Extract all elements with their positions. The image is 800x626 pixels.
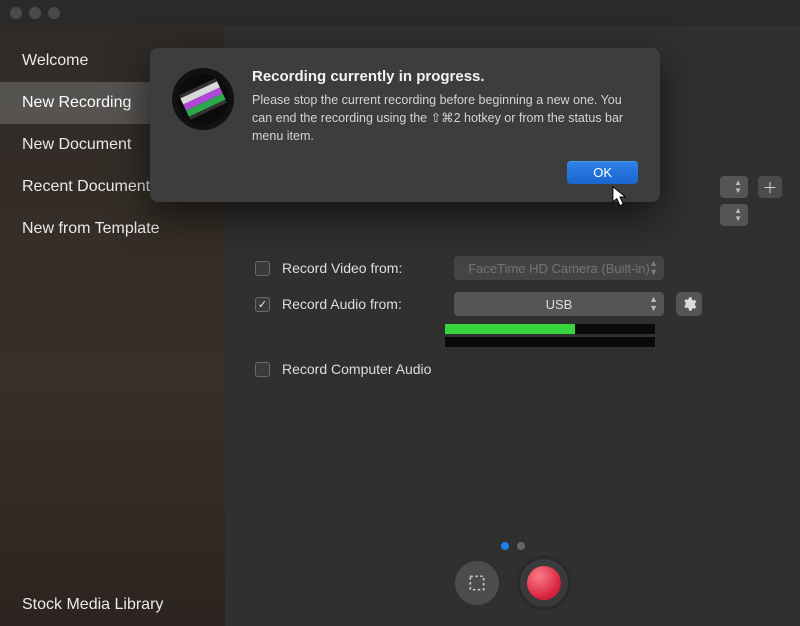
audio-source-value: USB: [546, 297, 573, 312]
audio-settings-button[interactable]: [676, 292, 702, 316]
video-source-select[interactable]: FaceTime HD Camera (Built-in) ▲▼: [454, 256, 664, 280]
dialog-body: Recording currently in progress. Please …: [252, 68, 638, 184]
record-video-label: Record Video from:: [282, 260, 442, 276]
video-source-value: FaceTime HD Camera (Built-in): [468, 261, 650, 276]
audio-level-left: [445, 324, 655, 334]
bottom-controls: [455, 556, 571, 610]
page-dot-2[interactable]: [517, 542, 525, 550]
audio-source-select[interactable]: USB ▲▼: [454, 292, 664, 316]
bg-select-2[interactable]: ▲▼: [720, 204, 748, 226]
record-audio-row: Record Audio from: USB ▲▼: [255, 292, 770, 316]
record-audio-checkbox[interactable]: [255, 297, 270, 312]
crop-selection-icon: [467, 573, 487, 593]
record-computer-audio-row: Record Computer Audio: [255, 361, 770, 377]
dialog-actions: OK: [252, 161, 638, 184]
add-source-button[interactable]: ＋: [758, 176, 782, 198]
background-select-stack: ▲▼ ▲▼: [720, 176, 748, 226]
zoom-traffic-light[interactable]: [48, 7, 60, 19]
page-indicator: [501, 542, 525, 550]
sidebar-item-stock-media-library[interactable]: Stock Media Library: [0, 584, 225, 626]
record-computer-audio-label: Record Computer Audio: [282, 361, 431, 377]
audio-level-meter: [445, 324, 655, 347]
record-video-row: Record Video from: FaceTime HD Camera (B…: [255, 256, 770, 280]
record-audio-label: Record Audio from:: [282, 296, 442, 312]
plus-icon: ＋: [762, 177, 777, 198]
dialog-message: Please stop the current recording before…: [252, 91, 638, 145]
ok-button[interactable]: OK: [567, 161, 638, 184]
record-computer-audio-checkbox[interactable]: [255, 362, 270, 377]
gear-icon: [681, 296, 697, 312]
dialog-title: Recording currently in progress.: [252, 68, 638, 85]
audio-level-right: [445, 337, 655, 347]
close-traffic-light[interactable]: [10, 7, 22, 19]
sidebar-item-new-from-template[interactable]: New from Template: [0, 208, 225, 250]
window-titlebar: [0, 0, 800, 26]
screenflow-app-icon: [172, 68, 234, 130]
page-dot-1[interactable]: [501, 542, 509, 550]
capture-area-button[interactable]: [455, 561, 499, 605]
record-icon: [527, 566, 561, 600]
recording-in-progress-dialog: Recording currently in progress. Please …: [150, 48, 660, 202]
bg-select-1[interactable]: ▲▼: [720, 176, 748, 198]
minimize-traffic-light[interactable]: [29, 7, 41, 19]
record-video-checkbox[interactable]: [255, 261, 270, 276]
record-button[interactable]: [517, 556, 571, 610]
